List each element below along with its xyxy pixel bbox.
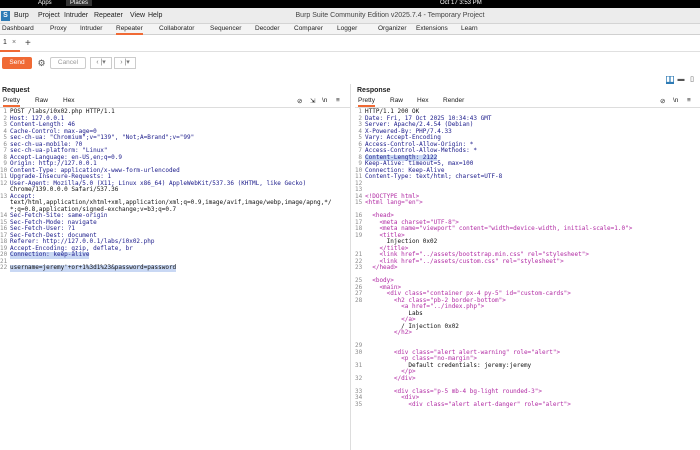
repeater-tab-1[interactable]: 1 × bbox=[0, 38, 20, 52]
os-top-bar: Apps Places Oct 17 3:53 PM bbox=[0, 0, 700, 8]
single-pane-icon[interactable]: ▯ bbox=[688, 76, 696, 84]
add-tab-icon[interactable]: + bbox=[25, 38, 31, 49]
newline-icon[interactable]: \n bbox=[322, 97, 327, 104]
line-number: 13 bbox=[0, 192, 8, 200]
tab-decoder[interactable]: Decoder bbox=[255, 25, 280, 32]
line-number: 15 bbox=[355, 199, 363, 206]
tab-intruder[interactable]: Intruder bbox=[80, 25, 102, 32]
back-button[interactable]: ‹ |▾ bbox=[90, 57, 112, 69]
main-tabs: Dashboard Proxy Intruder Repeater Collaborat… bbox=[0, 24, 700, 35]
hide-icon[interactable]: ⊘ bbox=[660, 97, 665, 105]
line-number: 32 bbox=[355, 374, 363, 382]
tab-raw[interactable]: Raw bbox=[35, 97, 48, 104]
menu-repeater[interactable]: Repeater bbox=[94, 12, 123, 19]
cancel-button[interactable]: Cancel bbox=[50, 57, 86, 69]
code-line: </div> bbox=[365, 374, 416, 382]
line-number: 28 bbox=[355, 296, 363, 304]
line-number: 22 bbox=[0, 264, 8, 271]
tab-extensions[interactable]: Extensions bbox=[416, 25, 448, 32]
response-view-tabs: Pretty Raw Hex Render ⊘ \n ≡ bbox=[355, 95, 700, 108]
tab-organizer[interactable]: Organizer bbox=[378, 25, 407, 32]
code-line: </h2> bbox=[365, 329, 412, 336]
panel-divider[interactable] bbox=[350, 84, 351, 450]
line-number: 31 bbox=[355, 361, 363, 369]
menu-intruder[interactable]: Intruder bbox=[64, 12, 88, 19]
menu-burp[interactable]: Burp bbox=[14, 12, 29, 19]
tab-learn[interactable]: Learn bbox=[461, 25, 478, 32]
repeater-tabs: 1 × + bbox=[0, 35, 700, 52]
line-number: 23 bbox=[355, 264, 363, 271]
tab-repeater[interactable]: Repeater bbox=[116, 25, 143, 35]
newline-icon[interactable]: \n bbox=[673, 97, 678, 104]
apps-menu[interactable]: Apps bbox=[38, 0, 52, 6]
tab-dashboard[interactable]: Dashboard bbox=[2, 25, 34, 32]
tab-pretty[interactable]: Pretty bbox=[3, 97, 20, 107]
line-number: 12 bbox=[0, 179, 8, 187]
close-icon[interactable]: × bbox=[12, 39, 16, 46]
tab-logger[interactable]: Logger bbox=[337, 25, 357, 32]
gear-icon[interactable]: ⚙ bbox=[36, 57, 47, 69]
tab-render[interactable]: Render bbox=[443, 97, 464, 104]
menu-view[interactable]: View bbox=[130, 12, 145, 19]
places-menu[interactable]: Places bbox=[66, 0, 93, 6]
menu-help[interactable]: Help bbox=[148, 12, 162, 19]
code-line: </head> bbox=[365, 264, 398, 271]
wrap-icon[interactable]: ⇲ bbox=[310, 97, 315, 105]
tab-hex[interactable]: Hex bbox=[63, 97, 75, 104]
response-title: Response bbox=[357, 87, 391, 94]
code-line: <div class="alert alert-danger" role="al… bbox=[365, 400, 571, 408]
code-line: <meta name="viewport" content="width=dev… bbox=[365, 225, 633, 232]
title-bar: S Burp Suite Community Edition v2025.7.4… bbox=[0, 8, 700, 24]
code-line: username=jeremy'+or+1%3d1%23&password=pa… bbox=[10, 264, 177, 272]
request-panel: Request Pretty Raw Hex ⊘ ⇲ \n ≡ 1 POST /l… bbox=[0, 84, 350, 450]
menu-icon[interactable]: ≡ bbox=[687, 97, 691, 104]
code-line: Connection: keep-alive bbox=[10, 251, 90, 259]
line-number: 30 bbox=[355, 348, 363, 356]
split-horizontal-icon[interactable]: ▬ bbox=[677, 76, 685, 84]
tab-pretty[interactable]: Pretty bbox=[358, 97, 375, 107]
hide-icon[interactable]: ⊘ bbox=[297, 97, 302, 105]
code-line: Content-Type: text/html; charset=UTF-8 bbox=[365, 173, 503, 180]
line-number: 19 bbox=[355, 231, 363, 239]
send-button[interactable]: Send bbox=[2, 57, 32, 69]
split-vertical-icon[interactable]: ▮▮ bbox=[666, 76, 674, 84]
code-line: <html lang="en"> bbox=[365, 199, 423, 206]
request-view-tabs: Pretty Raw Hex ⊘ ⇲ \n ≡ bbox=[0, 95, 350, 108]
clock: Oct 17 3:53 PM bbox=[440, 0, 482, 6]
tab-comparer[interactable]: Comparer bbox=[294, 25, 323, 32]
request-title: Request bbox=[2, 87, 30, 94]
tab-hex[interactable]: Hex bbox=[417, 97, 429, 104]
response-panel: Response Pretty Raw Hex Render ⊘ \n ≡ 1H… bbox=[355, 84, 700, 450]
menu-icon[interactable]: ≡ bbox=[336, 97, 340, 104]
tab-raw[interactable]: Raw bbox=[390, 97, 403, 104]
line-number: 35 bbox=[355, 400, 363, 408]
tab-proxy[interactable]: Proxy bbox=[50, 25, 67, 32]
tab-collaborator[interactable]: Collaborator bbox=[159, 25, 194, 32]
repeater-toolbar: Send ⚙ Cancel ‹ |▾ › |▾ bbox=[0, 52, 700, 74]
repeater-tab-label: 1 bbox=[3, 39, 7, 46]
forward-button[interactable]: › |▾ bbox=[114, 57, 136, 69]
tab-sequencer[interactable]: Sequencer bbox=[210, 25, 241, 32]
menu-project[interactable]: Project bbox=[38, 12, 60, 19]
